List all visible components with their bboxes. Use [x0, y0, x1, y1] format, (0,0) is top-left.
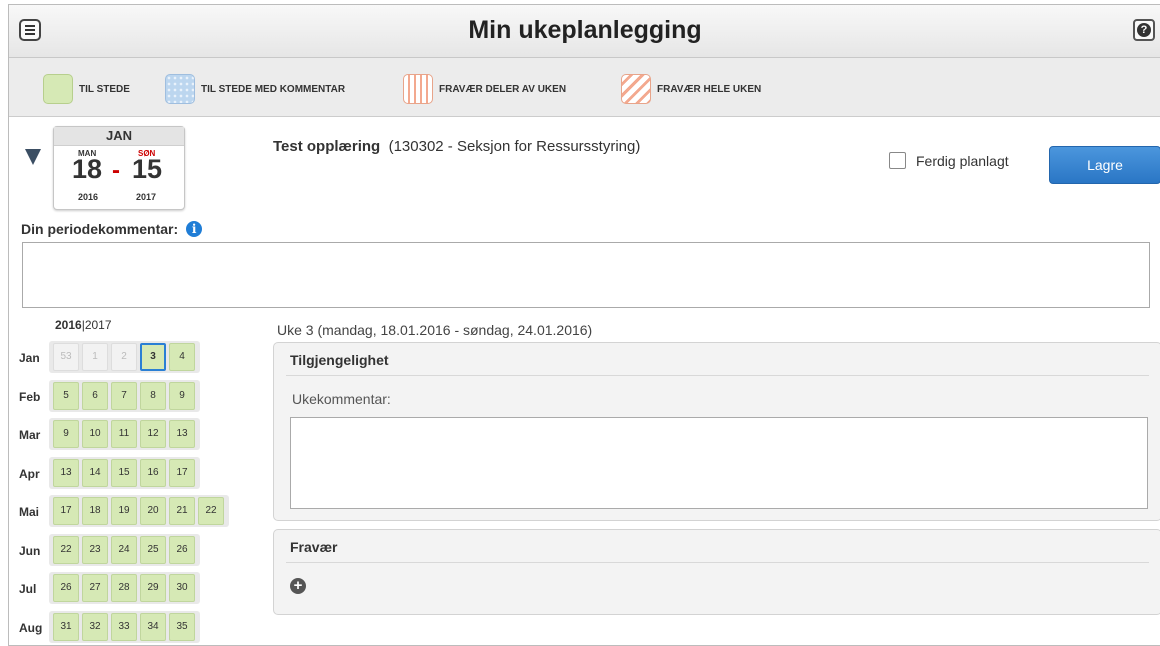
week-cell[interactable]: 11 — [111, 420, 137, 448]
done-checkbox-label: Ferdig planlagt — [916, 152, 1009, 169]
month-label: Jul — [19, 582, 37, 596]
save-button[interactable]: Lagre — [1049, 146, 1160, 184]
week-cell[interactable]: 2 — [111, 343, 137, 371]
collapse-triangle-icon[interactable] — [25, 149, 41, 165]
month-row: Jan 53 1 2 3 4 — [9, 341, 279, 373]
week-cell[interactable]: 25 — [140, 535, 166, 564]
absence-panel: Fravær + — [273, 529, 1160, 615]
absence-heading: Fravær — [290, 539, 338, 555]
week-cell[interactable]: 17 — [53, 497, 79, 525]
week-cell[interactable]: 18 — [82, 497, 108, 525]
legend-item-present: TIL STEDE — [43, 74, 130, 104]
month-row: Aug 31 32 33 34 35 — [9, 610, 279, 643]
week-cell[interactable]: 7 — [111, 381, 137, 410]
week-cell[interactable]: 15 — [111, 458, 137, 487]
present-swatch — [43, 74, 73, 104]
week-cell[interactable]: 53 — [53, 343, 79, 371]
add-absence-plus-icon[interactable]: + — [290, 578, 306, 594]
week-cell[interactable]: 32 — [82, 612, 108, 641]
week-cell[interactable]: 13 — [169, 420, 195, 448]
present-comment-swatch — [165, 74, 195, 104]
period-date-badge[interactable]: JAN MAN SØN 18 - 15 2016 2017 — [53, 126, 185, 210]
full-absence-swatch — [621, 74, 651, 104]
partial-absence-swatch — [403, 74, 433, 104]
availability-panel: Tilgjengelighet Ukekommentar: — [273, 342, 1160, 521]
week-cell[interactable]: 9 — [169, 381, 195, 410]
end-year: 2017 — [136, 192, 157, 202]
legend-item-present-comment: TIL STEDE MED KOMMENTAR — [165, 74, 345, 104]
start-year: 2016 — [78, 192, 99, 202]
week-cell[interactable]: 24 — [111, 535, 137, 564]
done-checkbox[interactable] — [889, 152, 906, 169]
week-cell[interactable]: 22 — [198, 497, 224, 525]
week-cell[interactable]: 10 — [82, 420, 108, 448]
year-2017[interactable]: 2017 — [85, 318, 112, 332]
week-comment-input[interactable] — [290, 417, 1148, 509]
week-cell[interactable]: 1 — [82, 343, 108, 371]
month-label: Mar — [19, 428, 41, 442]
course-title: Test opplæring (130302 - Seksjon for Res… — [273, 138, 640, 155]
done-planning[interactable]: Ferdig planlagt — [889, 152, 1009, 169]
month-row: Mai 17 18 19 20 21 22 — [9, 495, 279, 527]
month-label: Aug — [19, 620, 43, 635]
legend: TIL STEDE TIL STEDE MED KOMMENTAR FRAVÆR… — [9, 58, 1160, 117]
month-label: Apr — [19, 466, 40, 481]
month-row: Feb 5 6 7 8 9 — [9, 379, 279, 412]
week-cell[interactable]: 12 — [140, 420, 166, 448]
month-row: Jul 26 27 28 29 30 — [9, 572, 279, 604]
week-cell[interactable]: 27 — [82, 574, 108, 602]
week-cell[interactable]: 19 — [111, 497, 137, 525]
week-cell[interactable]: 3 — [140, 343, 166, 371]
year-selector: 2016|2017 — [55, 318, 112, 332]
week-cell[interactable]: 4 — [169, 343, 195, 371]
week-cell[interactable]: 31 — [53, 612, 79, 641]
week-comment-label: Ukekommentar: — [292, 391, 391, 407]
week-cell[interactable]: 9 — [53, 420, 79, 448]
course-name: Test opplæring — [273, 138, 381, 155]
week-cell[interactable]: 5 — [53, 381, 79, 410]
availability-heading: Tilgjengelighet — [290, 352, 389, 368]
week-title: Uke 3 (mandag, 18.01.2016 - søndag, 24.0… — [277, 322, 593, 338]
week-cell[interactable]: 34 — [140, 612, 166, 641]
week-cell[interactable]: 26 — [169, 535, 195, 564]
title-bar: Min ukeplanlegging ? — [9, 5, 1160, 58]
week-cell[interactable]: 30 — [169, 574, 195, 602]
month-label: Feb — [19, 389, 41, 404]
month-label: Jun — [19, 543, 41, 558]
month-label: Mai — [19, 505, 40, 519]
week-cell[interactable]: 28 — [111, 574, 137, 602]
legend-item-partial-absence: FRAVÆR DELER AV UKEN — [403, 74, 566, 104]
week-cell[interactable]: 14 — [82, 458, 108, 487]
date-dash: - — [112, 157, 120, 184]
app-window: Min ukeplanlegging ? TIL STEDE TIL STEDE… — [8, 4, 1160, 646]
week-cell[interactable]: 20 — [140, 497, 166, 525]
week-cell[interactable]: 22 — [53, 535, 79, 564]
course-detail: (130302 - Seksjon for Ressursstyring) — [388, 138, 641, 155]
week-cell[interactable]: 26 — [53, 574, 79, 602]
start-day: 18 — [72, 154, 103, 184]
week-cell[interactable]: 8 — [140, 381, 166, 410]
help-icon[interactable]: ? — [1133, 19, 1155, 41]
week-cell[interactable]: 23 — [82, 535, 108, 564]
info-icon[interactable]: i — [186, 221, 203, 237]
month-row: Mar 9 10 11 12 13 — [9, 418, 279, 450]
end-day: 15 — [132, 154, 163, 184]
week-cell[interactable]: 17 — [169, 458, 195, 487]
week-cell[interactable]: 33 — [111, 612, 137, 641]
period-comment-input[interactable] — [22, 242, 1150, 308]
page-title: Min ukeplanlegging — [468, 16, 702, 44]
week-cell[interactable]: 16 — [140, 458, 166, 487]
week-cell[interactable]: 29 — [140, 574, 166, 602]
month-label: Jan — [19, 351, 40, 365]
month-row: Apr 13 14 15 16 17 — [9, 456, 279, 489]
week-cell[interactable]: 35 — [169, 612, 195, 641]
period-month: JAN — [54, 127, 184, 146]
week-cell[interactable]: 6 — [82, 381, 108, 410]
period-comment-label: Din periodekommentar: i — [21, 221, 203, 237]
legend-item-full-absence: FRAVÆR HELE UKEN — [621, 74, 761, 104]
week-cell[interactable]: 13 — [53, 458, 79, 487]
week-cell[interactable]: 21 — [169, 497, 195, 525]
year-2016[interactable]: 2016 — [55, 318, 82, 332]
month-row: Jun 22 23 24 25 26 — [9, 533, 279, 566]
